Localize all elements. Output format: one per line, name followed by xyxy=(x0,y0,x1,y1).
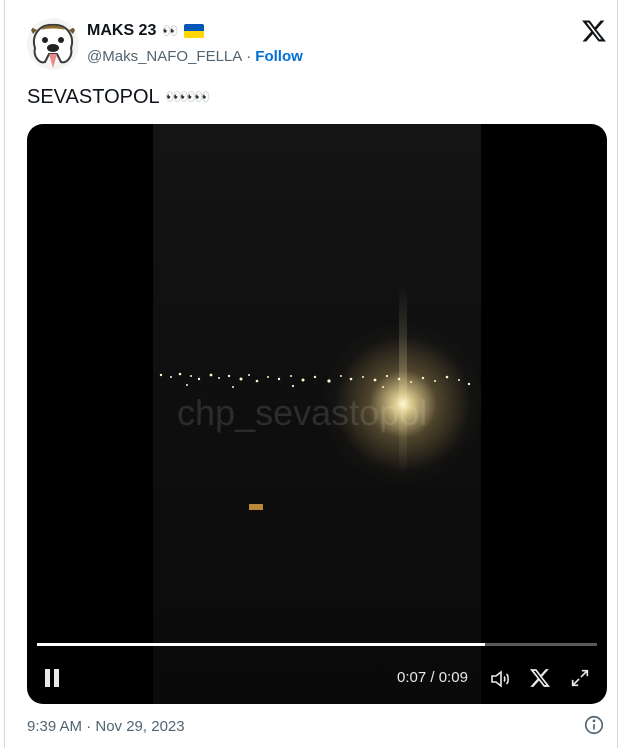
tweet-text-body: SEVASTOPOL xyxy=(27,85,160,108)
author-name-row: MAKS 23 👀 xyxy=(87,20,204,42)
flag-yellow-stripe xyxy=(183,31,204,38)
x-logo-small-icon[interactable] xyxy=(529,667,553,691)
fullscreen-icon[interactable] xyxy=(569,667,593,691)
pause-icon[interactable] xyxy=(43,669,61,689)
follow-button[interactable]: Follow xyxy=(255,48,303,65)
tweet-text: SEVASTOPOL 👀👀👀 xyxy=(27,84,211,110)
video-progress-fill xyxy=(37,643,485,646)
ukraine-flag-icon xyxy=(183,24,204,38)
video-progress-bar[interactable] xyxy=(37,643,597,646)
author-handle-row: @Maks_NAFO_FELLA · Follow xyxy=(87,45,303,67)
author-display-name[interactable]: MAKS 23 xyxy=(87,22,156,40)
video-time: 0:07 / 0:09 xyxy=(397,669,468,686)
video-frame: chp_sevastopol xyxy=(153,124,481,704)
pause-bar-left xyxy=(45,669,50,687)
avatar-image xyxy=(27,18,79,70)
tweet-card: MAKS 23 👀 @Maks_NAFO_FELLA · Follow SEVA… xyxy=(4,0,618,748)
video-time-separator: / xyxy=(430,669,435,686)
author-handle[interactable]: @Maks_NAFO_FELLA xyxy=(87,48,242,65)
video-current-time: 0:07 xyxy=(397,669,427,686)
video-duration: 0:09 xyxy=(438,669,468,686)
separator-dot: · xyxy=(246,47,252,65)
eyes-emoji: 👀 xyxy=(162,23,178,38)
pause-bar-right xyxy=(54,669,59,687)
avatar[interactable] xyxy=(27,18,79,70)
x-logo-icon[interactable] xyxy=(581,18,607,44)
eyes-emoji-group: 👀👀👀 xyxy=(165,89,211,104)
info-icon[interactable] xyxy=(583,714,605,736)
flag-blue-stripe xyxy=(183,24,204,31)
lit-window xyxy=(249,504,263,510)
video-player[interactable]: chp_sevastopol 0:07 / 0:09 xyxy=(27,124,607,704)
volume-icon[interactable] xyxy=(489,667,513,691)
video-controls: 0:07 / 0:09 xyxy=(27,664,607,694)
video-watermark: chp_sevastopol xyxy=(177,392,428,433)
tweet-timestamp[interactable]: 9:39 AM · Nov 29, 2023 xyxy=(27,716,185,736)
